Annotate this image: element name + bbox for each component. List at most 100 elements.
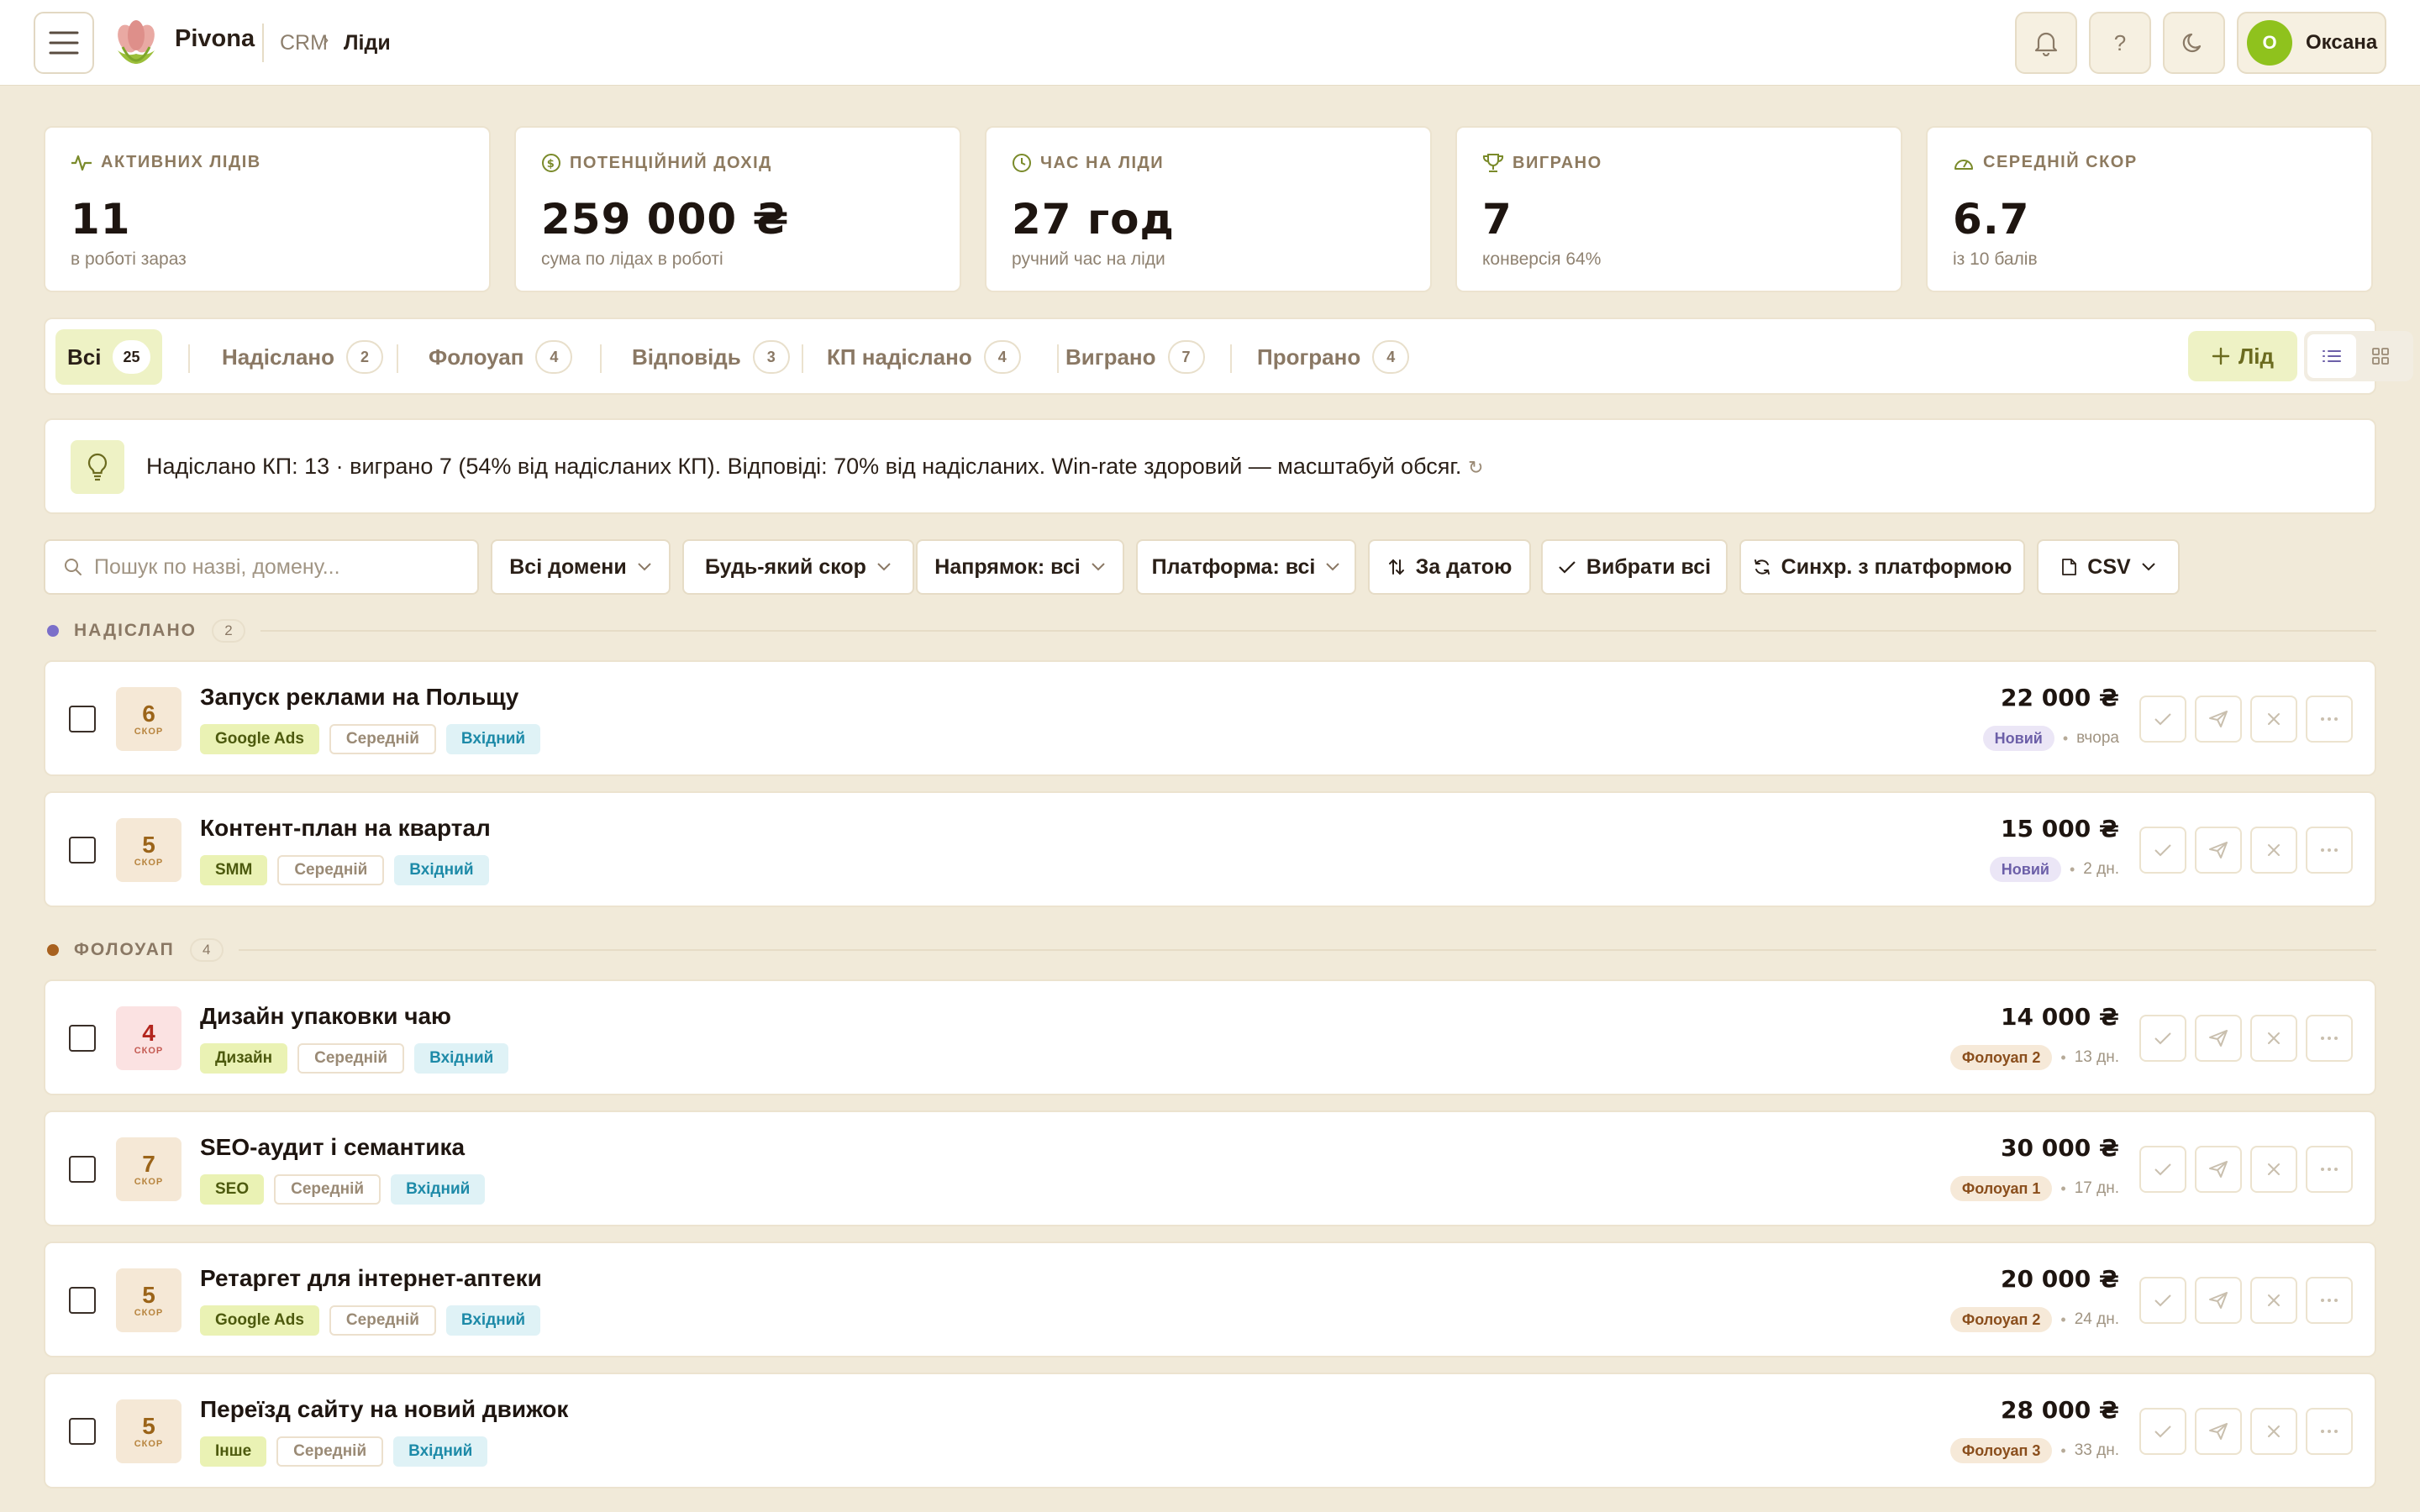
score-filter-select[interactable]: Будь-який скор xyxy=(682,539,914,595)
notifications-button[interactable] xyxy=(2015,12,2077,74)
mark-done-button[interactable] xyxy=(2139,1277,2186,1324)
lead-title[interactable]: Ретаргет для інтернет-аптеки xyxy=(200,1265,542,1292)
lead-checkbox[interactable] xyxy=(69,1156,96,1183)
lead-card[interactable]: 5 СКОР Ретаргет для інтернет-аптеки Googl… xyxy=(44,1242,2376,1357)
send-button[interactable] xyxy=(2195,1146,2242,1193)
score-label: СКОР xyxy=(134,1308,164,1318)
level-tag: Середній xyxy=(329,1305,436,1336)
sync-icon xyxy=(1754,559,1770,575)
direction-tag: Вхідний xyxy=(393,1436,488,1467)
send-button[interactable] xyxy=(2195,1015,2242,1062)
score-badge: 4 СКОР xyxy=(116,1006,182,1070)
mark-done-button[interactable] xyxy=(2139,827,2186,874)
sync-platform-button[interactable]: Синхр. з платформою xyxy=(1739,539,2025,595)
group-name: ФОЛОУАП xyxy=(74,940,175,959)
platform-filter-select[interactable]: Платформа: всі xyxy=(1136,539,1356,595)
reject-button[interactable] xyxy=(2250,1277,2297,1324)
direction-tag: Вхідний xyxy=(391,1174,486,1205)
mark-done-button[interactable] xyxy=(2139,1408,2186,1455)
more-button[interactable] xyxy=(2306,1277,2353,1324)
filter-label: CSV xyxy=(2087,554,2131,579)
send-button[interactable] xyxy=(2195,696,2242,743)
breadcrumb-crm[interactable]: CRM xyxy=(280,31,328,55)
list-view-button[interactable] xyxy=(2307,334,2356,378)
stat-card-potential-revenue: $ Потенційний дохід 259 000 ₴ сума по лід… xyxy=(514,126,961,292)
mark-done-button[interactable] xyxy=(2139,1146,2186,1193)
lead-title[interactable]: Переїзд сайту на новий движок xyxy=(200,1396,568,1423)
mark-done-button[interactable] xyxy=(2139,696,2186,743)
filter-label: Вибрати всі xyxy=(1586,554,1712,579)
grid-view-button[interactable] xyxy=(2356,334,2405,378)
lead-checkbox[interactable] xyxy=(69,1287,96,1314)
reject-button[interactable] xyxy=(2250,1146,2297,1193)
send-button[interactable] xyxy=(2195,1277,2242,1324)
divider xyxy=(397,344,398,373)
score-label: СКОР xyxy=(134,858,164,868)
sort-by-date-button[interactable]: За датою xyxy=(1368,539,1531,595)
lead-checkbox[interactable] xyxy=(69,837,96,864)
lead-title[interactable]: Дизайн упаковки чаю xyxy=(200,1003,451,1030)
tab-followup[interactable]: Фолоуап 4 xyxy=(417,329,584,385)
tab-all[interactable]: Всі 25 xyxy=(55,329,162,385)
lead-checkbox[interactable] xyxy=(69,1025,96,1052)
lead-card[interactable]: 5 СКОР Контент-план на квартал SMM Середні… xyxy=(44,791,2376,907)
lead-title[interactable]: Запуск реклами на Польщу xyxy=(200,684,518,711)
lead-title[interactable]: SEO-аудит і семантика xyxy=(200,1134,465,1161)
top-bar: Pivona CRM › Ліди ? O Оксана xyxy=(0,0,2420,86)
tab-lost[interactable]: Програно 4 xyxy=(1245,329,1421,385)
mark-done-button[interactable] xyxy=(2139,1015,2186,1062)
direction-tag: Вхідний xyxy=(445,724,541,754)
tab-won[interactable]: Виграно 7 xyxy=(1054,329,1217,385)
search-field[interactable] xyxy=(44,539,479,595)
select-all-button[interactable]: Вибрати всі xyxy=(1541,539,1728,595)
help-button[interactable]: ? xyxy=(2089,12,2151,74)
send-button[interactable] xyxy=(2195,1408,2242,1455)
send-icon xyxy=(2209,842,2228,858)
send-icon xyxy=(2209,1161,2228,1178)
reject-button[interactable] xyxy=(2250,696,2297,743)
lead-card[interactable]: 4 СКОР Дизайн упаковки чаю Дизайн Середній… xyxy=(44,979,2376,1095)
tab-sent[interactable]: Надіслано 2 xyxy=(210,329,395,385)
user-menu-button[interactable]: O Оксана xyxy=(2237,12,2386,74)
stat-value: 6.7 xyxy=(1953,195,2030,244)
tab-proposal-sent[interactable]: КП надіслано 4 xyxy=(815,329,1033,385)
direction-filter-select[interactable]: Напрямок: всі xyxy=(916,539,1124,595)
csv-export-button[interactable]: CSV xyxy=(2037,539,2180,595)
lead-card[interactable]: 7 СКОР SEO-аудит і семантика SEO Середній В… xyxy=(44,1110,2376,1226)
tab-count: 4 xyxy=(535,340,573,374)
more-button[interactable] xyxy=(2306,696,2353,743)
divider xyxy=(600,344,602,373)
send-button[interactable] xyxy=(2195,827,2242,874)
add-lead-button[interactable]: Лід xyxy=(2188,331,2297,381)
sort-icon xyxy=(1388,559,1404,575)
more-button[interactable] xyxy=(2306,827,2353,874)
reject-button[interactable] xyxy=(2250,1408,2297,1455)
more-button[interactable] xyxy=(2306,1015,2353,1062)
domain-tag: SEO xyxy=(200,1174,265,1205)
reject-button[interactable] xyxy=(2250,1015,2297,1062)
tab-reply[interactable]: Відповідь 3 xyxy=(620,329,802,385)
group-name: НАДІСЛАНО xyxy=(74,621,197,640)
tab-count: 25 xyxy=(113,340,150,374)
plus-icon xyxy=(2212,347,2230,365)
search-icon xyxy=(65,559,82,575)
theme-toggle-button[interactable] xyxy=(2163,12,2225,74)
score-label: СКОР xyxy=(134,727,164,737)
divider xyxy=(238,949,2376,951)
lead-card[interactable]: 5 СКОР Переїзд сайту на новий движок Інше… xyxy=(44,1373,2376,1488)
lead-checkbox[interactable] xyxy=(69,1418,96,1445)
status-badge: Фолоуап 2 xyxy=(1949,1045,2053,1070)
refresh-icon[interactable]: ↻ xyxy=(1468,457,1483,478)
search-input[interactable] xyxy=(94,554,464,580)
lead-card[interactable]: 6 СКОР Запуск реклами на Польщу Google Ad… xyxy=(44,660,2376,776)
lead-time: 24 дн. xyxy=(2074,1310,2119,1328)
lead-checkbox[interactable] xyxy=(69,706,96,732)
reject-button[interactable] xyxy=(2250,827,2297,874)
hamburger-menu-button[interactable] xyxy=(34,12,94,74)
domain-filter-select[interactable]: Всі домени xyxy=(491,539,671,595)
lead-title[interactable]: Контент-план на квартал xyxy=(200,815,491,842)
more-button[interactable] xyxy=(2306,1408,2353,1455)
more-button[interactable] xyxy=(2306,1146,2353,1193)
score-badge: 5 СКОР xyxy=(116,818,182,882)
lead-amount: 20 000 ₴ xyxy=(2001,1265,2119,1293)
